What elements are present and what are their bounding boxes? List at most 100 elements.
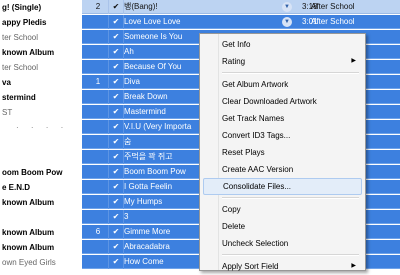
track-checkbox[interactable]: ✔: [112, 3, 120, 11]
album-cell: known Album: [2, 243, 55, 252]
track-number: [88, 150, 108, 164]
column-divider: [108, 75, 109, 89]
column-divider: [108, 195, 109, 209]
track-checkbox[interactable]: ✔: [112, 138, 120, 146]
menu-item-convert-id3-tags[interactable]: Convert ID3 Tags...: [203, 127, 362, 144]
menu-item-rating[interactable]: Rating ▶: [203, 53, 362, 70]
album-column: g! (Single) appy Pledis ter School known Al…: [0, 0, 82, 271]
album-cell: oom Boom Pow: [2, 168, 63, 177]
column-divider: [108, 15, 109, 29]
track-number: 2: [95, 2, 101, 11]
track-number: [88, 180, 108, 194]
album-cell: va: [2, 78, 11, 87]
menu-item-delete[interactable]: Delete: [203, 218, 362, 235]
track-dropdown-icon[interactable]: ▼: [282, 2, 292, 12]
column-divider: [108, 135, 109, 149]
menu-item-label: Uncheck Selection: [222, 239, 289, 248]
track-row[interactable]: 2 ✔ 뱅(Bang)! ▼ 3:18 After School: [82, 0, 400, 14]
track-dropdown-icon[interactable]: ▼: [282, 17, 292, 27]
track-number: [88, 195, 108, 209]
column-divider: [108, 90, 109, 104]
menu-item-reset-plays[interactable]: Reset Plays: [203, 144, 362, 161]
submenu-arrow-icon: ▶: [351, 263, 356, 269]
menu-item-get-album-artwork[interactable]: Get Album Artwork: [203, 76, 362, 93]
track-number: [88, 165, 108, 179]
menu-separator: [222, 254, 359, 256]
track-checkbox[interactable]: ✔: [112, 213, 120, 221]
track-number: [88, 210, 108, 224]
menu-item-label: Convert ID3 Tags...: [222, 131, 291, 140]
album-cell: ter School: [2, 33, 39, 42]
track-number: [88, 105, 108, 119]
track-name: 뱅(Bang)!: [124, 2, 158, 11]
menu-item-label: Apply Sort Field: [222, 262, 279, 271]
menu-item-create-aac-version[interactable]: Create AAC Version: [203, 161, 362, 178]
track-checkbox[interactable]: ✔: [112, 168, 120, 176]
track-checkbox[interactable]: ✔: [112, 18, 120, 26]
menu-item-label: Get Info: [222, 40, 251, 49]
menu-item-copy[interactable]: Copy: [203, 201, 362, 218]
album-cell: known Album: [2, 48, 55, 57]
album-cell: ter School: [2, 63, 39, 72]
track-checkbox[interactable]: ✔: [112, 198, 120, 206]
menu-item-label: Consolidate Files...: [223, 182, 292, 191]
track-artist: After School: [311, 17, 355, 26]
menu-item-uncheck-selection[interactable]: Uncheck Selection: [203, 235, 362, 252]
track-number: 1: [95, 77, 101, 86]
menu-item-label: Get Album Artwork: [222, 80, 289, 89]
track-checkbox[interactable]: ✔: [112, 123, 120, 131]
track-checkbox[interactable]: ✔: [112, 228, 120, 236]
column-divider: [108, 0, 109, 14]
menu-item-label: Delete: [222, 222, 246, 231]
column-divider: [108, 180, 109, 194]
menu-item-get-info[interactable]: Get Info: [203, 36, 362, 53]
album-cell: known Album: [2, 228, 55, 237]
column-divider: [108, 165, 109, 179]
menu-separator: [222, 197, 359, 199]
track-number: [88, 255, 108, 269]
track-checkbox[interactable]: ✔: [112, 48, 120, 56]
track-number: [88, 240, 108, 254]
column-divider: [108, 225, 109, 239]
track-checkbox[interactable]: ✔: [112, 243, 120, 251]
column-divider: [108, 45, 109, 59]
menu-item-label: Clear Downloaded Artwork: [222, 97, 317, 106]
menu-item-apply-sort-field[interactable]: Apply Sort Field ▶: [203, 258, 362, 275]
column-divider: [108, 255, 109, 269]
menu-item-get-track-names[interactable]: Get Track Names: [203, 110, 362, 127]
context-menu: Get Info Rating ▶ Get Album Artwork Clear Do…: [199, 33, 366, 271]
column-divider: [108, 105, 109, 119]
album-cell: · · · ·: [16, 123, 69, 132]
column-divider: [108, 120, 109, 134]
track-checkbox[interactable]: ✔: [112, 183, 120, 191]
track-checkbox[interactable]: ✔: [112, 108, 120, 116]
track-checkbox[interactable]: ✔: [112, 93, 120, 101]
column-divider: [108, 30, 109, 44]
track-number: [88, 30, 108, 44]
album-cell: g! (Single): [2, 3, 42, 12]
track-number: [88, 135, 108, 149]
menu-item-label: Rating: [222, 57, 246, 66]
album-cell: [0, 210, 82, 225]
album-cell: appy Pledis: [2, 18, 47, 27]
track-checkbox[interactable]: ✔: [112, 258, 120, 266]
submenu-arrow-icon: ▶: [351, 58, 356, 64]
track-checkbox[interactable]: ✔: [112, 78, 120, 86]
menu-item-consolidate-files[interactable]: Consolidate Files...: [203, 178, 362, 195]
track-number: [88, 120, 108, 134]
menu-item-label: Copy: [222, 205, 241, 214]
column-divider: [108, 150, 109, 164]
menu-item-label: Reset Plays: [222, 148, 265, 157]
album-cell: own Eyed Girls: [2, 258, 56, 267]
track-name: Love Love Love: [124, 17, 181, 26]
track-checkbox[interactable]: ✔: [112, 153, 120, 161]
track-row[interactable]: ✔ Love Love Love ▼ 3:01 After School: [82, 15, 400, 29]
track-checkbox[interactable]: ✔: [112, 33, 120, 41]
track-artist: After School: [311, 2, 355, 11]
album-cell: e E.N.D: [2, 183, 31, 192]
menu-item-label: Get Track Names: [222, 114, 285, 123]
menu-item-label: Create AAC Version: [222, 165, 294, 174]
album-cell: ST: [2, 108, 13, 117]
track-checkbox[interactable]: ✔: [112, 63, 120, 71]
menu-item-clear-downloaded-artwork[interactable]: Clear Downloaded Artwork: [203, 93, 362, 110]
